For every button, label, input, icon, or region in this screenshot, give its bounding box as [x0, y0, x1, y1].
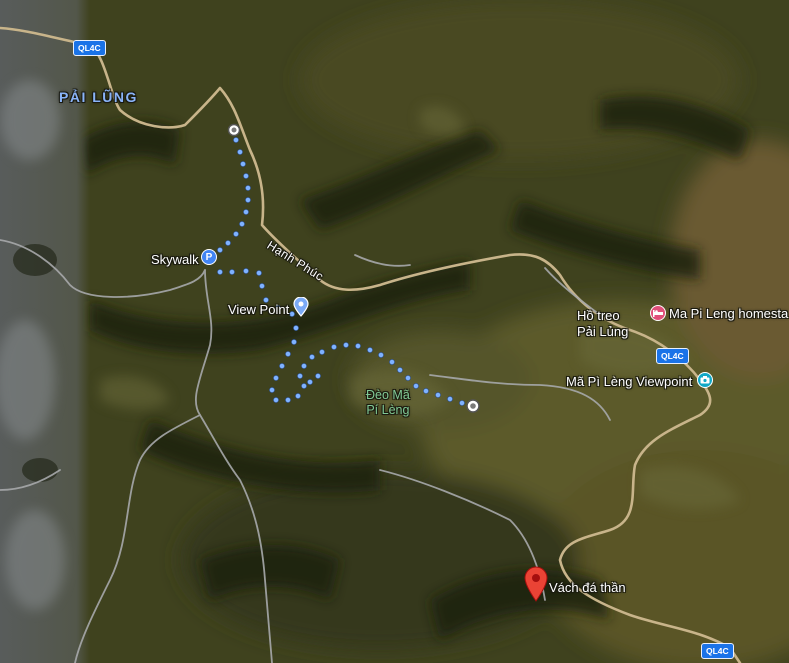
- mapileng-viewpoint-label[interactable]: Mã Pì Lèng Viewpoint: [566, 374, 692, 389]
- place-pin-icon[interactable]: [293, 296, 309, 322]
- bridge-label-line2: Pải Lủng: [577, 324, 629, 339]
- pass-label-line1: Đèo Mã: [366, 388, 410, 402]
- lodging-icon[interactable]: [650, 305, 666, 321]
- camera-icon[interactable]: [697, 372, 713, 388]
- viewpoint-label[interactable]: View Point: [228, 302, 289, 317]
- town-label-pai-lung[interactable]: PẢI LŨNG: [59, 89, 138, 105]
- parking-icon[interactable]: P: [201, 249, 217, 265]
- pass-label[interactable]: Đèo Mã Pí Lèng: [366, 388, 410, 418]
- destination-label[interactable]: Vách đá thần: [549, 580, 626, 595]
- red-location-pin-icon[interactable]: [524, 566, 548, 607]
- highway-shield-se: QL4C: [701, 643, 734, 659]
- skywalk-label[interactable]: Skywalk: [151, 252, 199, 267]
- homestay-label[interactable]: Ma Pi Leng homesta: [669, 306, 788, 321]
- bridge-label-line1: Hồ treo: [577, 308, 620, 323]
- highway-shield-nw: QL4C: [73, 40, 106, 56]
- pass-label-line2: Pí Lèng: [366, 403, 410, 417]
- satellite-map[interactable]: Hạnh Phúc QL4C QL4C QL4C PẢI LŨNG Skywal…: [0, 0, 789, 663]
- bridge-label[interactable]: Hồ treo Pải Lủng: [577, 308, 628, 340]
- highway-shield-mid: QL4C: [656, 348, 689, 364]
